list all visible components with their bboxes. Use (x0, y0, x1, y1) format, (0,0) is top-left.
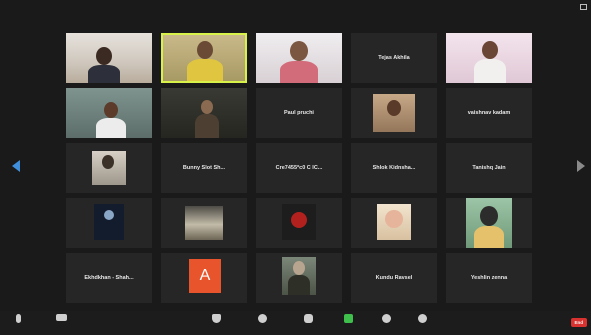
participant-tile-20[interactable] (446, 198, 532, 248)
participant-tile-13[interactable]: Cre7455*c0 C IC... (256, 143, 342, 193)
participant-tile-3[interactable] (256, 33, 342, 83)
stop-video-button[interactable] (56, 314, 67, 321)
participant-figure (280, 61, 318, 83)
participant-tile-21[interactable]: Ekhdkhan - Shah... (66, 253, 152, 303)
participant-tile-7[interactable] (161, 88, 247, 138)
participant-figure (102, 155, 114, 169)
record-icon (382, 314, 391, 323)
hammer-sickle-icon (291, 212, 307, 228)
participant-figure (293, 261, 305, 275)
participant-figure (96, 47, 112, 65)
participant-figure (96, 118, 126, 138)
participant-name: Shlok Kidnsha... (372, 165, 416, 171)
participant-tile-12[interactable]: Bunny Slot Sh... (161, 143, 247, 193)
end-meeting-button[interactable]: End (570, 318, 587, 327)
participant-name: Tanishq Jain (472, 165, 506, 171)
participant-tile-22[interactable]: A (161, 253, 247, 303)
participant-figure (197, 41, 213, 59)
participant-figure (474, 59, 506, 83)
participant-tile-15[interactable]: Tanishq Jain (446, 143, 532, 193)
participant-figure (187, 59, 223, 81)
video-camera-icon (56, 314, 67, 321)
participant-figure (474, 226, 504, 248)
chat-bubble-icon (304, 314, 313, 323)
participant-name: Kundu Ravsel (375, 275, 413, 281)
participant-name: Bunny Slot Sh... (182, 165, 226, 171)
participant-tile-8[interactable]: Paul pruchi (256, 88, 342, 138)
participant-figure (104, 210, 114, 220)
participant-tile-9[interactable] (351, 88, 437, 138)
security-button[interactable] (212, 314, 221, 323)
share-screen-button[interactable] (344, 314, 353, 323)
participant-name: Yeshlin zenna (470, 275, 508, 281)
participant-name: Tejas Akhila (378, 55, 410, 61)
participant-tile-4[interactable]: Tejas Akhila (351, 33, 437, 83)
participant-figure (88, 65, 120, 83)
participant-tile-23[interactable] (256, 253, 342, 303)
shield-icon (212, 314, 221, 323)
participant-avatar: A (189, 259, 221, 293)
participant-name: Cre7455*c0 C IC... (275, 165, 323, 171)
participant-tile-1[interactable] (66, 33, 152, 83)
previous-page-arrow-icon[interactable] (12, 160, 20, 172)
participant-tile-6[interactable] (66, 88, 152, 138)
participant-figure (387, 100, 401, 116)
participant-figure (195, 114, 219, 138)
participant-tile-17[interactable] (161, 198, 247, 248)
participant-tile-11[interactable] (66, 143, 152, 193)
participant-name: vaishnav kadam (467, 110, 511, 116)
participant-tile-2-active-speaker[interactable] (161, 33, 247, 83)
participant-figure (385, 210, 403, 228)
record-button[interactable] (382, 314, 391, 323)
reactions-button[interactable] (418, 314, 427, 323)
participant-tile-10[interactable]: vaishnav kadam (446, 88, 532, 138)
participant-figure (201, 100, 213, 114)
participant-grid: Tejas Akhila Paul pruchi vaishnav kadam … (66, 33, 532, 303)
smiley-icon (418, 314, 427, 323)
grid-icon (580, 4, 587, 10)
participant-figure (290, 41, 308, 61)
next-page-arrow-icon[interactable] (577, 160, 585, 172)
share-screen-icon (344, 314, 353, 323)
people-icon (258, 314, 267, 323)
participant-tile-18[interactable] (256, 198, 342, 248)
microphone-icon (16, 314, 21, 323)
participant-figure (104, 102, 118, 118)
participant-tile-19[interactable] (351, 198, 437, 248)
participant-tile-24[interactable]: Kundu Ravsel (351, 253, 437, 303)
participant-name: Paul pruchi (284, 110, 314, 116)
participant-video (185, 206, 223, 240)
participant-figure (482, 41, 498, 59)
gallery-view-button[interactable] (580, 4, 587, 10)
participant-tile-25[interactable]: Yeshlin zenna (446, 253, 532, 303)
participant-tile-5[interactable] (446, 33, 532, 83)
meeting-toolbar: End (0, 311, 591, 335)
mute-button[interactable] (16, 314, 21, 323)
participant-tile-16[interactable] (66, 198, 152, 248)
participant-figure (288, 275, 310, 295)
participant-name: Ekhdkhan - Shah... (84, 275, 134, 281)
top-bar (0, 0, 591, 22)
participant-tile-14[interactable]: Shlok Kidnsha... (351, 143, 437, 193)
chat-button[interactable] (304, 314, 313, 323)
participants-button[interactable] (258, 314, 267, 323)
participant-figure (480, 206, 498, 226)
